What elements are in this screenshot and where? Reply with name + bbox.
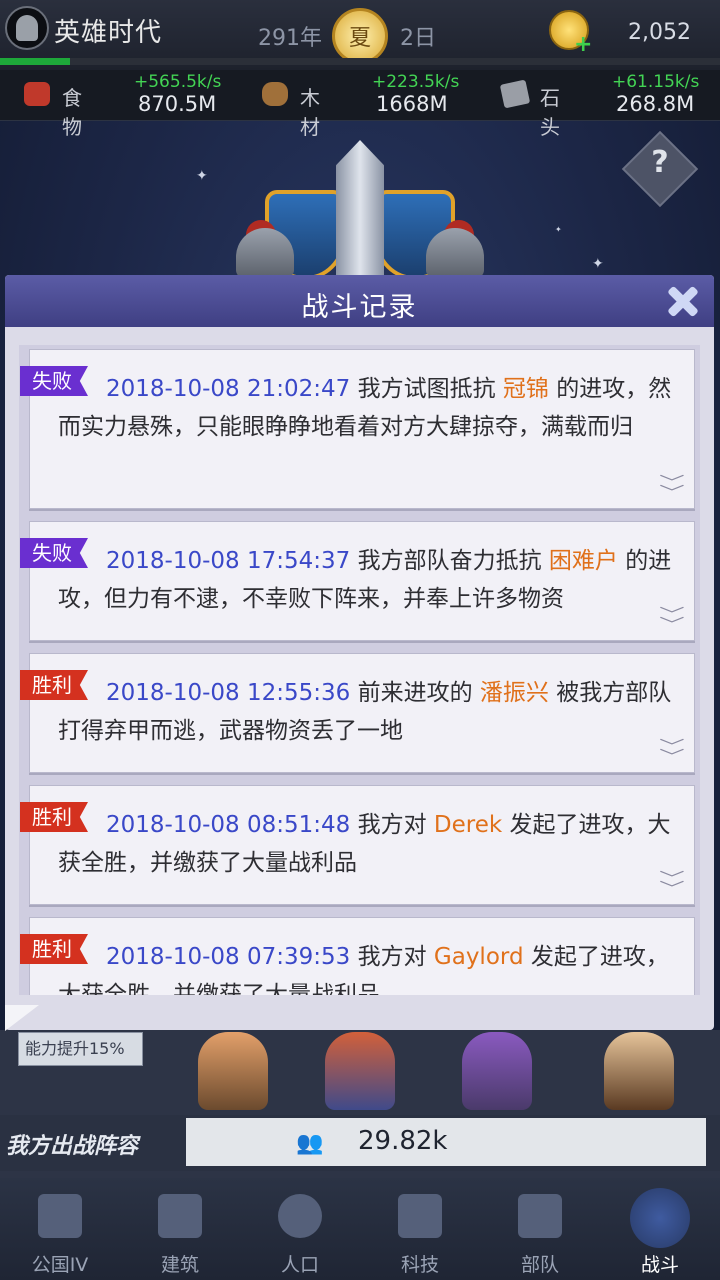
day-label: 2日	[400, 26, 436, 51]
resource-rate: +61.15k/s	[612, 72, 700, 92]
resource-name: 石头	[540, 86, 560, 139]
nav-item-buildings[interactable]: 建筑	[120, 1178, 240, 1280]
book-icon	[398, 1194, 442, 1238]
log-text: 2018-10-08 21:02:47 我方试图抵抗 冠锦 的进攻，然而实力悬殊…	[58, 370, 674, 446]
wood-icon	[262, 82, 288, 106]
nav-label: 科技	[400, 1254, 439, 1276]
person-icon	[278, 1194, 322, 1238]
chevron-down-icon[interactable]: ﹀ ﹀	[659, 739, 685, 765]
nav-label: 公国IV	[31, 1254, 89, 1276]
food-icon	[24, 82, 50, 106]
log-entry[interactable]: 胜利 2018-10-08 12:55:36 前来进攻的 潘振兴 被我方部队打得…	[20, 653, 695, 773]
resource-name: 木材	[300, 86, 320, 139]
progress-bar	[0, 58, 720, 65]
nav-label: 战斗	[640, 1254, 679, 1276]
year-label: 291年	[258, 26, 322, 51]
log-time: 2018-10-08 21:02:47	[106, 376, 351, 402]
chevron-down-icon[interactable]: ﹀ ﹀	[659, 871, 685, 897]
battle-log-list[interactable]: 失败 2018-10-08 21:02:47 我方试图抵抗 冠锦 的进攻，然而实…	[19, 345, 700, 995]
player-name[interactable]: 冠锦	[503, 376, 549, 402]
nav-label: 人口	[280, 1254, 319, 1276]
log-text: 2018-10-08 17:54:37 我方部队奋力抵抗 困难户 的进攻，但力有…	[58, 542, 674, 618]
log-text-part: 我方对	[350, 812, 434, 838]
log-text-part: 前来进攻的	[350, 680, 480, 706]
hero-figure[interactable]	[462, 1032, 532, 1110]
combat-power: 29.82k	[358, 1126, 448, 1156]
stone-icon	[499, 79, 531, 109]
log-entry[interactable]: 胜利 2018-10-08 07:39:53 我方对 Gaylord 发起了进攻…	[20, 917, 695, 995]
crossed-swords-icon	[630, 1188, 690, 1248]
resource-amount: 870.5M	[138, 92, 217, 116]
nav-label: 部队	[520, 1254, 559, 1276]
log-entry[interactable]: 失败 2018-10-08 17:54:37 我方部队奋力抵抗 困难户 的进攻，…	[20, 521, 695, 641]
question-icon: ?	[651, 145, 669, 180]
people-icon: 👥	[296, 1131, 324, 1156]
resource-rate: +223.5k/s	[372, 72, 460, 92]
player-name[interactable]: 困难户	[549, 548, 618, 574]
dialog-corner	[5, 1005, 39, 1031]
sword-icon	[336, 140, 384, 280]
log-time: 2018-10-08 17:54:37	[106, 548, 351, 574]
hero-figure[interactable]	[604, 1032, 674, 1110]
player-name[interactable]: Gaylord	[434, 944, 524, 970]
castle-icon	[38, 1194, 82, 1238]
star-icon: ✦	[555, 225, 562, 234]
top-bar: 英雄时代 291年 夏 2日 + 2,052	[0, 0, 720, 70]
house-icon	[158, 1194, 202, 1238]
close-icon[interactable]	[661, 279, 705, 323]
hero-figure[interactable]	[198, 1032, 268, 1110]
gold-amount: 2,052	[628, 20, 691, 45]
log-text-part: 我方试图抵抗	[350, 376, 503, 402]
resource-name: 食物	[62, 86, 82, 139]
log-entry[interactable]: 失败 2018-10-08 21:02:47 我方试图抵抗 冠锦 的进攻，然而实…	[20, 349, 695, 509]
season-badge[interactable]: 夏	[332, 8, 388, 64]
log-text: 2018-10-08 07:39:53 我方对 Gaylord 发起了进攻，大获…	[58, 938, 674, 995]
log-time: 2018-10-08 12:55:36	[106, 680, 351, 706]
dialog-header: 战斗记录	[5, 275, 714, 327]
nav-label: 建筑	[160, 1254, 199, 1276]
game-title: 英雄时代	[54, 18, 163, 48]
player-name[interactable]: 潘振兴	[480, 680, 549, 706]
add-gold-icon[interactable]: +	[574, 32, 592, 57]
log-text-part: 我方对	[350, 944, 434, 970]
boost-label: 能力提升15%	[18, 1032, 143, 1066]
banner-icon	[518, 1194, 562, 1238]
star-icon: ✦	[196, 168, 208, 184]
hero-figure[interactable]	[325, 1032, 395, 1110]
nav-item-troops[interactable]: 部队	[480, 1178, 600, 1280]
nav-item-kingdom[interactable]: 公国IV	[0, 1178, 120, 1280]
log-entry[interactable]: 胜利 2018-10-08 08:51:48 我方对 Derek 发起了进攻，大…	[20, 785, 695, 905]
log-text: 2018-10-08 08:51:48 我方对 Derek 发起了进攻，大获全胜…	[58, 806, 674, 882]
player-avatar[interactable]	[5, 6, 49, 50]
log-time: 2018-10-08 07:39:53	[106, 944, 351, 970]
log-text-part: 我方部队奋力抵抗	[350, 548, 549, 574]
resource-bar: 食物 +565.5k/s 870.5M 木材 +223.5k/s 1668M 石…	[0, 70, 720, 139]
lineup-label: 我方出战阵容	[6, 1134, 139, 1159]
helmet-left-icon	[236, 228, 294, 278]
star-icon: ✦	[592, 256, 604, 272]
resource-amount: 268.8M	[616, 92, 695, 116]
battle-log-dialog: 战斗记录 失败 2018-10-08 21:02:47 我方试图抵抗 冠锦 的进…	[5, 275, 714, 1030]
log-text: 2018-10-08 12:55:36 前来进攻的 潘振兴 被我方部队打得弃甲而…	[58, 674, 674, 750]
nav-item-tech[interactable]: 科技	[360, 1178, 480, 1280]
bottom-nav: 公国IV 建筑 人口 科技 部队 战斗	[0, 1178, 720, 1280]
resource-rate: +565.5k/s	[134, 72, 222, 92]
resource-amount: 1668M	[376, 92, 448, 116]
chevron-down-icon[interactable]: ﹀ ﹀	[659, 475, 685, 501]
log-time: 2018-10-08 08:51:48	[106, 812, 351, 838]
dialog-title: 战斗记录	[301, 292, 418, 323]
nav-item-population[interactable]: 人口	[240, 1178, 360, 1280]
player-name[interactable]: Derek	[434, 812, 502, 838]
helmet-icon	[16, 15, 38, 41]
helmet-right-icon	[426, 228, 484, 278]
chevron-down-icon[interactable]: ﹀ ﹀	[659, 607, 685, 633]
nav-item-battle[interactable]: 战斗	[600, 1178, 720, 1280]
